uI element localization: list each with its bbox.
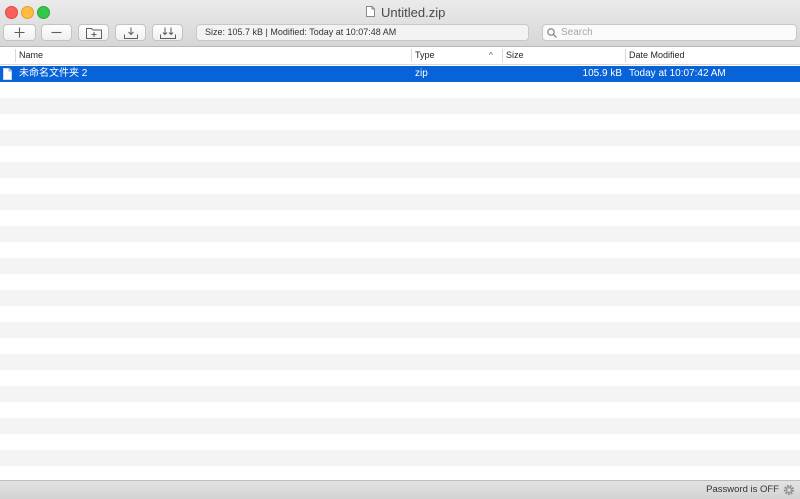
column-separator — [502, 49, 503, 62]
search-field[interactable] — [542, 24, 797, 41]
file-type: zip — [415, 68, 428, 79]
minus-icon — [51, 31, 62, 34]
column-header-name[interactable]: Name — [19, 47, 43, 64]
row-stripe — [0, 226, 800, 242]
password-status: Password is OFF — [706, 484, 779, 495]
sort-ascending-icon: ^ — [489, 51, 493, 60]
row-stripe — [0, 98, 800, 114]
status-bar: Password is OFF — [0, 480, 800, 499]
column-separator — [411, 49, 412, 62]
extract-all-icon — [159, 27, 176, 39]
window-title-text: Untitled.zip — [381, 5, 446, 20]
column-header-type[interactable]: Type — [415, 47, 435, 64]
minimize-window-button[interactable] — [21, 6, 34, 19]
row-stripe — [0, 290, 800, 306]
search-icon — [547, 27, 557, 38]
file-size: 105.9 kB — [582, 68, 622, 79]
column-separator — [625, 49, 626, 62]
extract-all-button[interactable] — [152, 24, 183, 41]
file-icon — [3, 68, 12, 83]
new-folder-button[interactable] — [78, 24, 109, 41]
archive-info: Size: 105.7 kB | Modified: Today at 10:0… — [196, 24, 529, 41]
zoom-window-button[interactable] — [37, 6, 50, 19]
row-stripe — [0, 386, 800, 402]
document-icon — [366, 5, 375, 20]
window-toolbar: Untitled.zip Size: 105.7 kB | Modified: … — [0, 0, 800, 47]
gear-icon[interactable] — [783, 484, 795, 499]
column-header-date-modified[interactable]: Date Modified — [629, 47, 685, 64]
file-row[interactable]: 未命名文件夹 2 zip 105.9 kB Today at 10:07:42 … — [0, 66, 800, 82]
row-stripe — [0, 450, 800, 466]
row-stripe — [0, 322, 800, 338]
row-stripe — [0, 354, 800, 370]
column-header: Name Type ^ Size Date Modified — [0, 47, 800, 65]
new-folder-icon — [85, 27, 102, 39]
add-button[interactable] — [3, 24, 36, 41]
row-stripe — [0, 130, 800, 146]
file-date-modified: Today at 10:07:42 AM — [629, 68, 726, 79]
file-name: 未命名文件夹 2 — [19, 68, 88, 79]
column-header-size[interactable]: Size — [506, 47, 524, 64]
archive-window: Untitled.zip Size: 105.7 kB | Modified: … — [0, 0, 800, 499]
extract-button[interactable] — [115, 24, 146, 41]
row-stripe — [0, 258, 800, 274]
close-window-button[interactable] — [5, 6, 18, 19]
row-stripe — [0, 194, 800, 210]
extract-icon — [123, 27, 138, 39]
row-stripe — [0, 418, 800, 434]
file-list: 未命名文件夹 2 zip 105.9 kB Today at 10:07:42 … — [0, 66, 800, 480]
search-input[interactable] — [557, 25, 781, 40]
window-title: Untitled.zip — [366, 5, 445, 20]
row-stripe — [0, 162, 800, 178]
plus-icon — [14, 27, 25, 38]
column-separator — [15, 49, 16, 62]
remove-button[interactable] — [41, 24, 72, 41]
